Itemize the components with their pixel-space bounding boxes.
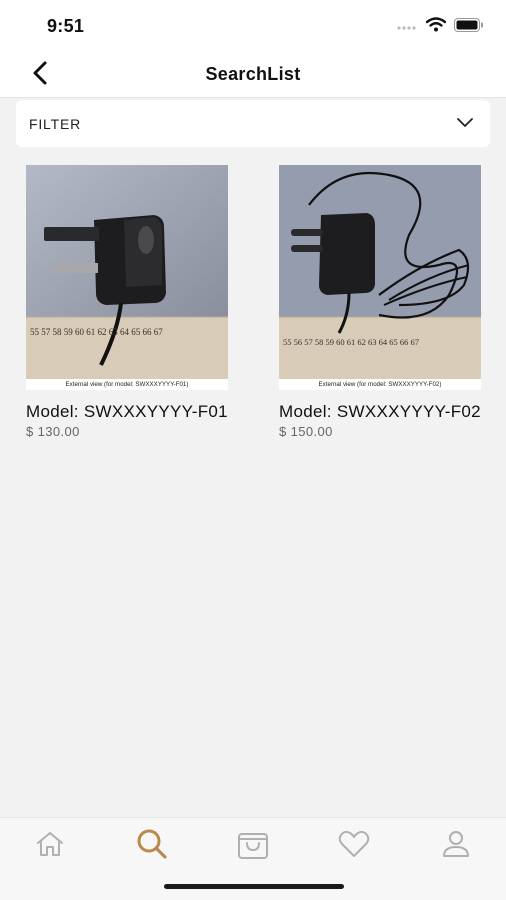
- page-title: SearchList: [205, 64, 301, 84]
- image-caption: External view (for model: SWXXXYYYY-F01): [66, 381, 189, 388]
- chevron-down-icon: [456, 115, 474, 134]
- ruler-numbers: 55 57 58 59 60 61 62 63 64 65 66 67: [30, 327, 163, 337]
- tab-favorites[interactable]: [334, 826, 374, 866]
- status-bar: 9:51: [0, 0, 506, 50]
- product-price: $ 130.00: [26, 424, 80, 439]
- profile-icon: [441, 829, 471, 864]
- status-time: 9:51: [47, 16, 85, 36]
- wifi-icon: [425, 17, 447, 37]
- heart-icon: [337, 829, 371, 864]
- product-price: $ 150.00: [279, 424, 333, 439]
- tab-cart[interactable]: [233, 826, 273, 866]
- product-name: Model: SWXXXYYYY-F01: [26, 402, 228, 421]
- tab-profile[interactable]: [436, 826, 476, 866]
- battery-icon: [454, 17, 484, 37]
- tab-search[interactable]: [132, 826, 172, 866]
- product-image: 55 57 58 59 60 61 62 63 64 65 66 67 Exte…: [26, 165, 228, 390]
- home-indicator: [164, 884, 344, 889]
- home-icon: [34, 830, 66, 863]
- ruler-numbers: 55 56 57 58 59 60 61 62 63 64 65 66 67: [283, 337, 419, 347]
- nav-bar: SearchList: [0, 50, 506, 98]
- image-caption: External view (for model: SWXXXYYYY-F02): [319, 381, 442, 388]
- search-icon: [135, 827, 169, 866]
- filter-dropdown[interactable]: FILTER: [16, 100, 490, 147]
- product-name: Model: SWXXXYYYY-F02: [279, 402, 481, 421]
- tab-home[interactable]: [30, 826, 70, 866]
- signal-icon: [396, 18, 418, 36]
- adapter-photo-eu: 55 56 57 58 59 60 61 62 63 64 65 66 67 E…: [279, 165, 481, 390]
- product-image: 55 56 57 58 59 60 61 62 63 64 65 66 67 E…: [279, 165, 481, 390]
- product-card[interactable]: 55 56 57 58 59 60 61 62 63 64 65 66 67 E…: [279, 165, 483, 439]
- shopping-bag-icon: [236, 828, 270, 865]
- filter-label: FILTER: [29, 116, 81, 132]
- adapter-photo-uk: 55 57 58 59 60 61 62 63 64 65 66 67 Exte…: [26, 165, 228, 390]
- status-icons: [396, 17, 484, 37]
- product-card[interactable]: 55 57 58 59 60 61 62 63 64 65 66 67 Exte…: [26, 165, 230, 439]
